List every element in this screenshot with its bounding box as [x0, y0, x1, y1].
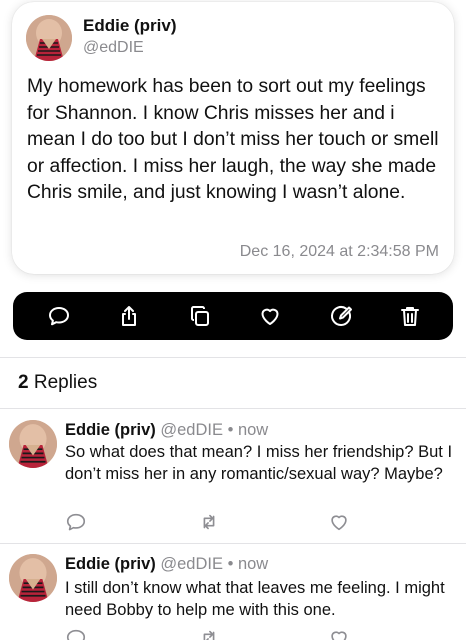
reply-author-handle: @edDIE — [160, 555, 223, 573]
reply-header: Eddie (priv) @edDIE • now — [65, 555, 268, 574]
copy-icon[interactable] — [188, 304, 212, 328]
reply-author-handle: @edDIE — [160, 421, 223, 439]
reply-text: So what does that mean? I miss her frien… — [65, 443, 453, 483]
heart-icon[interactable] — [328, 511, 350, 533]
edit-icon[interactable] — [329, 304, 353, 328]
heart-icon[interactable] — [328, 627, 350, 640]
reply-text: I still don’t know what that leaves me f… — [65, 579, 445, 619]
replies-header: 2 Replies — [18, 372, 97, 394]
author-name: Eddie (priv) — [83, 16, 177, 35]
avatar-image — [9, 554, 57, 602]
action-bar — [13, 292, 453, 340]
reply-header: Eddie (priv) @edDIE • now — [65, 421, 268, 440]
reply-author-name: Eddie (priv) — [65, 555, 156, 573]
reply-separator: • — [227, 421, 234, 439]
divider — [0, 408, 466, 409]
post-text: My homework has been to sort out my feel… — [27, 76, 439, 203]
share-icon[interactable] — [117, 304, 141, 328]
reply-time: now — [237, 421, 269, 439]
post-card: Eddie (priv) @edDIE My homework has been… — [12, 2, 454, 274]
divider — [0, 543, 466, 544]
comment-icon[interactable] — [65, 627, 87, 640]
avatar[interactable] — [9, 420, 57, 468]
heart-icon[interactable] — [258, 304, 282, 328]
reply-time: now — [237, 555, 269, 573]
reply-actions — [0, 627, 466, 640]
reply-actions — [0, 511, 466, 533]
avatar[interactable] — [26, 15, 72, 61]
avatar-image — [26, 15, 72, 61]
reply-separator: • — [227, 555, 234, 573]
replies-label: Replies — [33, 372, 98, 393]
post-timestamp: Dec 16, 2024 at 2:34:58 PM — [239, 243, 439, 260]
comment-icon[interactable] — [47, 304, 71, 328]
avatar[interactable] — [9, 554, 57, 602]
avatar-image — [9, 420, 57, 468]
repost-icon[interactable] — [198, 511, 220, 533]
repost-icon[interactable] — [198, 627, 220, 640]
trash-icon[interactable] — [398, 304, 422, 328]
divider — [0, 357, 466, 358]
comment-icon[interactable] — [65, 511, 87, 533]
reply-author-name: Eddie (priv) — [65, 421, 156, 439]
replies-count: 2 — [18, 372, 29, 393]
author-handle: @edDIE — [83, 39, 144, 56]
